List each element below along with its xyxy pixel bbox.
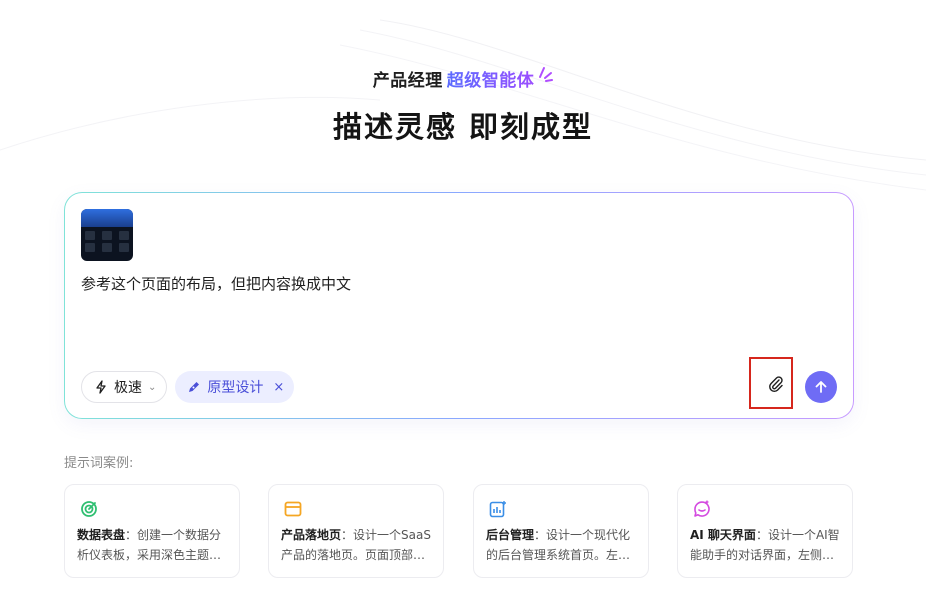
example-card-text: 后台管理：设计一个现代化的后台管理系统首页。左… (486, 525, 638, 565)
prompt-input-text[interactable]: 参考这个页面的布局，但把内容换成中文 (81, 273, 351, 294)
example-card-title: AI 聊天界面 (690, 528, 756, 542)
examples-label: 提示词案例: (64, 456, 134, 471)
background-decoration (0, 19, 926, 191)
example-cards: 数据表盘：创建一个数据分析仪表板，采用深色主题… 产品落地页：设计一个SaaS产… (64, 484, 854, 578)
prompt-composer[interactable]: 参考这个页面的布局，但把内容换成中文 极速 ⌄ 原型设计 × (64, 192, 854, 419)
example-card-text: AI 聊天界面：设计一个AI智能助手的对话界面，左侧… (690, 525, 842, 565)
browser-window-icon (284, 501, 302, 517)
example-card-text: 产品落地页：设计一个SaaS产品的落地页。页面顶部… (281, 525, 433, 565)
example-card-landing-page[interactable]: 产品落地页：设计一个SaaS产品的落地页。页面顶部… (268, 484, 444, 578)
example-card-text: 数据表盘：创建一个数据分析仪表板，采用深色主题… (77, 525, 229, 565)
attach-file-button[interactable] (762, 369, 790, 399)
speed-mode-select[interactable]: 极速 ⌄ (81, 371, 168, 403)
example-card-title: 数据表盘 (77, 528, 126, 542)
prototype-design-tag[interactable]: 原型设计 × (175, 371, 295, 403)
sparkle-icon (539, 66, 554, 82)
hero-subtitle: 产品经理 超级智能体 (0, 66, 926, 91)
remove-tag-icon[interactable]: × (273, 380, 284, 395)
chat-sparkle-icon (694, 500, 710, 517)
hero-subtitle-accent: 超级智能体 (447, 66, 535, 91)
composer-toolbar: 极速 ⌄ 原型设计 × (81, 371, 295, 403)
hero-subtitle-plain: 产品经理 (372, 71, 443, 91)
chevron-down-icon: ⌄ (148, 381, 157, 393)
send-button[interactable] (805, 371, 837, 403)
example-card-title: 产品落地页 (281, 528, 342, 542)
paperclip-icon (769, 376, 783, 393)
arrow-up-icon (815, 381, 827, 393)
page: 产品经理 超级智能体 描述灵感 即刻成型 参考这个页面的布局，但把内容换成中文 (0, 0, 926, 599)
attached-image-thumbnail[interactable] (81, 209, 133, 261)
example-card-dashboard[interactable]: 数据表盘：创建一个数据分析仪表板，采用深色主题… (64, 484, 240, 578)
example-card-admin[interactable]: 后台管理：设计一个现代化的后台管理系统首页。左… (473, 484, 649, 578)
pen-icon (189, 382, 200, 392)
bar-chart-icon (489, 501, 506, 518)
hero-title: 描述灵感 即刻成型 (332, 110, 594, 144)
example-card-ai-chat[interactable]: AI 聊天界面：设计一个AI智能助手的对话界面，左侧… (677, 484, 853, 578)
speed-mode-label: 极速 (114, 380, 142, 396)
lightning-icon (96, 380, 106, 394)
target-icon (81, 501, 97, 517)
example-card-title: 后台管理 (486, 528, 535, 542)
prototype-design-label: 原型设计 (207, 380, 264, 396)
